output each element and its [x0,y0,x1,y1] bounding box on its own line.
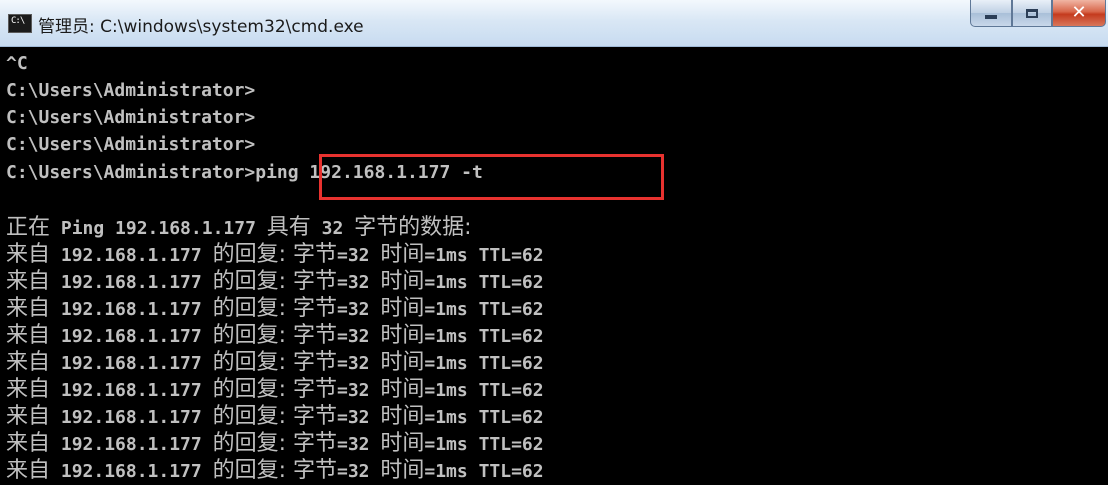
reply-line: 来自 192.168.1.177 的回复: 字节=32 时间=1ms TTL=6… [6,323,544,348]
reply-line: 来自 192.168.1.177 的回复: 字节=32 时间=1ms TTL=6… [6,458,544,483]
reply-line: 来自 192.168.1.177 的回复: 字节=32 时间=1ms TTL=6… [6,377,544,402]
cmd-window: C:\ 管理员: C:\windows\system32\cmd.exe ✕ ^… [0,0,1108,483]
cmd-icon[interactable]: C:\ [8,14,32,33]
console-output[interactable]: ^C C:\Users\Administrator> C:\Users\Admi… [0,47,1108,483]
console-line: C:\Users\Administrator> [6,80,256,101]
window-title: 管理员: C:\windows\system32\cmd.exe [38,17,364,37]
reply-line: 来自 192.168.1.177 的回复: 字节=32 时间=1ms TTL=6… [6,296,544,321]
window-controls: ✕ [970,0,1106,28]
minimize-icon [985,15,997,19]
maximize-button[interactable] [1012,0,1052,27]
reply-line: 来自 192.168.1.177 的回复: 字节=32 时间=1ms TTL=6… [6,269,544,294]
title-bar[interactable]: C:\ 管理员: C:\windows\system32\cmd.exe ✕ [0,0,1108,47]
reply-line: 来自 192.168.1.177 的回复: 字节=32 时间=1ms TTL=6… [6,431,544,456]
reply-line: 来自 192.168.1.177 的回复: 字节=32 时间=1ms TTL=6… [6,404,544,429]
reply-line: 来自 192.168.1.177 的回复: 字节=32 时间=1ms TTL=6… [6,242,544,267]
console-line: C:\Users\Administrator> [6,134,256,155]
close-icon: ✕ [1071,2,1087,23]
minimize-button[interactable] [970,0,1012,27]
console-line: C:\Users\Administrator> [6,107,256,128]
close-button[interactable]: ✕ [1052,0,1106,27]
reply-line: 来自 192.168.1.177 的回复: 字节=32 时间=1ms TTL=6… [6,350,544,375]
console-line: ^C [6,53,28,74]
command-highlight-box [319,154,664,200]
ping-header-line: 正在 Ping 192.168.1.177 具有 32 字节的数据: [6,215,472,240]
maximize-icon [1026,8,1038,18]
